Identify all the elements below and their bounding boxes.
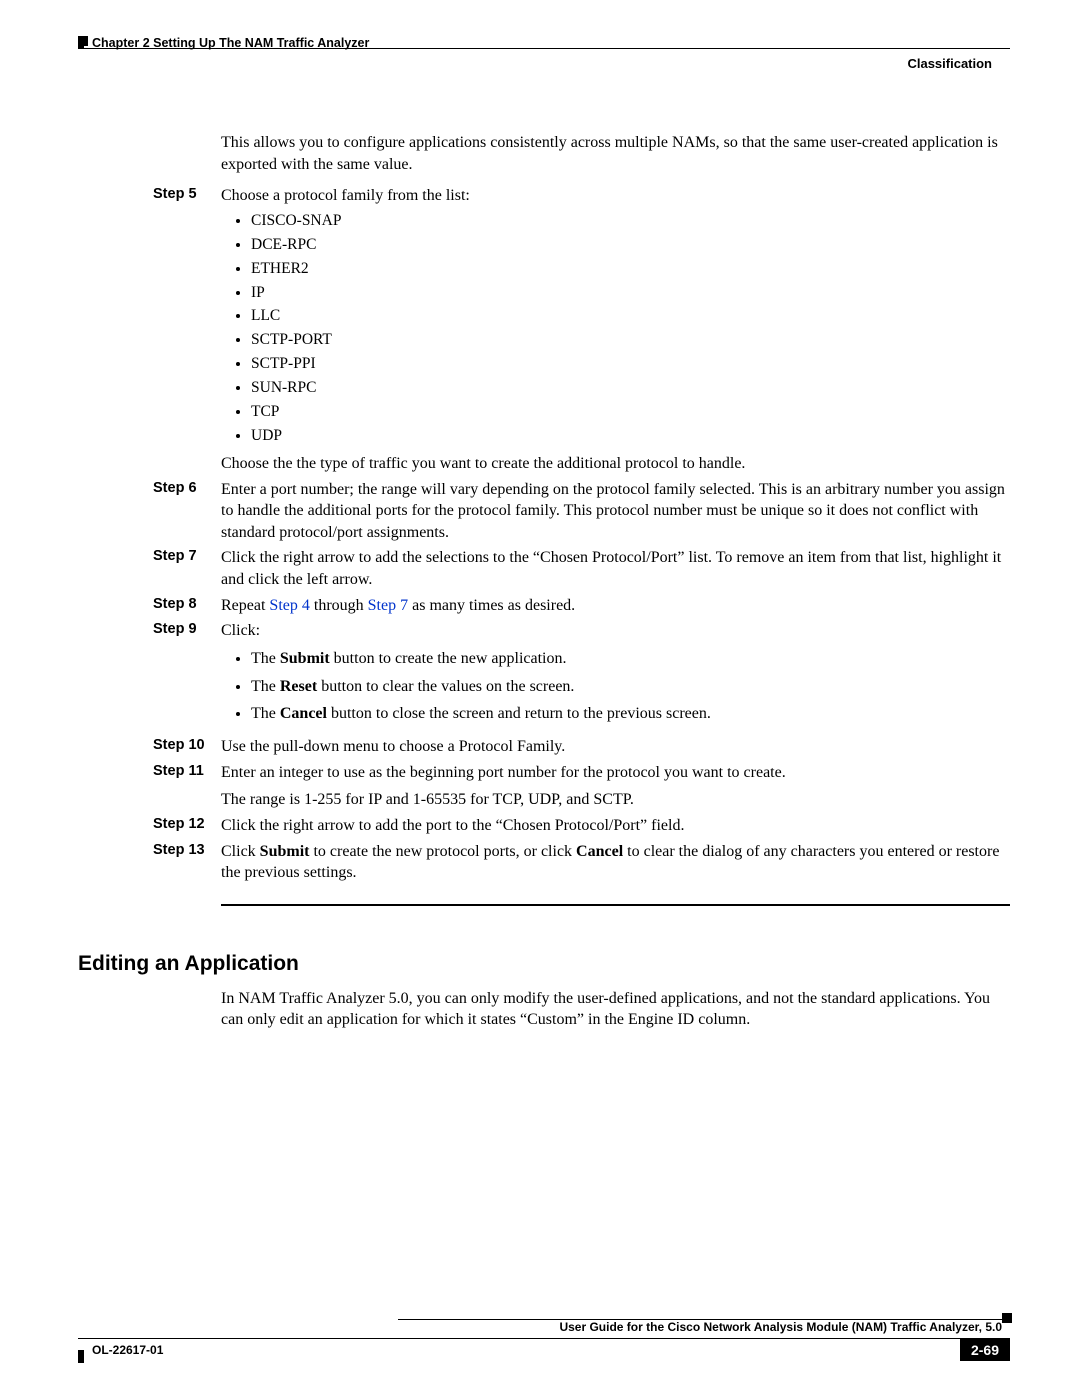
step-body: Click the right arrow to add the port to… bbox=[221, 815, 1010, 837]
step-9: Step 9 Click: The Submit button to creat… bbox=[153, 620, 1010, 732]
step-7: Step 7 Click the right arrow to add the … bbox=[153, 547, 1010, 590]
bold-reset: Reset bbox=[280, 678, 317, 695]
list-item: UDP bbox=[251, 426, 1010, 447]
text: Click bbox=[221, 843, 260, 860]
step-body: Use the pull-down menu to choose a Proto… bbox=[221, 736, 1010, 758]
text: as many times as desired. bbox=[408, 597, 575, 614]
footer-doc-id: OL-22617-01 bbox=[78, 1343, 163, 1357]
footer-rule bbox=[398, 1319, 1010, 1320]
step-body: Enter an integer to use as the beginning… bbox=[221, 762, 1010, 811]
list-item: CISCO-SNAP bbox=[251, 211, 1010, 232]
text: button to clear the values on the screen… bbox=[317, 678, 574, 695]
list-item: IP bbox=[251, 283, 1010, 304]
step-body: Click the right arrow to add the selecti… bbox=[221, 547, 1010, 590]
step-label: Step 7 bbox=[153, 547, 221, 590]
section-heading-editing: Editing an Application bbox=[78, 952, 1010, 976]
step-label: Step 5 bbox=[153, 185, 221, 474]
bold-submit: Submit bbox=[260, 843, 310, 860]
text: through bbox=[310, 597, 368, 614]
page-footer: User Guide for the Cisco Network Analysi… bbox=[78, 1319, 1010, 1361]
list-item: The Reset button to clear the values on … bbox=[251, 677, 1010, 698]
list-item: The Submit button to create the new appl… bbox=[251, 649, 1010, 670]
step-body: Repeat Step 4 through Step 7 as many tim… bbox=[221, 595, 1010, 617]
text: button to create the new application. bbox=[330, 650, 567, 667]
step-label: Step 6 bbox=[153, 479, 221, 544]
step-6: Step 6 Enter a port number; the range wi… bbox=[153, 479, 1010, 544]
list-item: SCTP-PORT bbox=[251, 330, 1010, 351]
crop-mark-icon bbox=[1002, 1313, 1012, 1323]
text: The bbox=[251, 678, 280, 695]
footer-doc-title: User Guide for the Cisco Network Analysi… bbox=[78, 1320, 1010, 1334]
step-body: Choose a protocol family from the list: … bbox=[221, 185, 1010, 474]
bold-submit: Submit bbox=[280, 650, 330, 667]
step-11-line-1: Enter an integer to use as the beginning… bbox=[221, 762, 1010, 784]
page-header: Chapter 2 Setting Up The NAM Traffic Ana… bbox=[78, 36, 1010, 62]
step-12: Step 12 Click the right arrow to add the… bbox=[153, 815, 1010, 837]
step-5-trail: Choose the the type of traffic you want … bbox=[221, 453, 1010, 475]
step-11-line-2: The range is 1-255 for IP and 1-65535 fo… bbox=[221, 789, 1010, 811]
step-13: Step 13 Click Submit to create the new p… bbox=[153, 841, 1010, 884]
crop-mark-icon bbox=[78, 1350, 84, 1363]
step-body: Click Submit to create the new protocol … bbox=[221, 841, 1010, 884]
footer-page-number: 2-69 bbox=[960, 1339, 1010, 1361]
protocol-list: CISCO-SNAP DCE-RPC ETHER2 IP LLC SCTP-PO… bbox=[221, 211, 1010, 447]
bold-cancel: Cancel bbox=[576, 843, 623, 860]
editing-paragraph: In NAM Traffic Analyzer 5.0, you can onl… bbox=[221, 988, 1010, 1031]
step-label: Step 13 bbox=[153, 841, 221, 884]
step-body: Enter a port number; the range will vary… bbox=[221, 479, 1010, 544]
step-5: Step 5 Choose a protocol family from the… bbox=[153, 185, 1010, 474]
step-11: Step 11 Enter an integer to use as the b… bbox=[153, 762, 1010, 811]
link-step-4[interactable]: Step 4 bbox=[269, 597, 309, 614]
list-item: DCE-RPC bbox=[251, 235, 1010, 256]
step-5-lead: Choose a protocol family from the list: bbox=[221, 185, 1010, 207]
header-section: Classification bbox=[907, 56, 992, 71]
step-10: Step 10 Use the pull-down menu to choose… bbox=[153, 736, 1010, 758]
bold-cancel: Cancel bbox=[280, 705, 327, 722]
section-end-rule bbox=[221, 904, 1010, 906]
text: The bbox=[251, 705, 280, 722]
header-rule bbox=[78, 48, 1010, 49]
list-item: ETHER2 bbox=[251, 259, 1010, 280]
step-body: Click: The Submit button to create the n… bbox=[221, 620, 1010, 732]
list-item: TCP bbox=[251, 402, 1010, 423]
list-item: The Cancel button to close the screen an… bbox=[251, 704, 1010, 725]
text: The bbox=[251, 650, 280, 667]
step-8: Step 8 Repeat Step 4 through Step 7 as m… bbox=[153, 595, 1010, 617]
intro-paragraph: This allows you to configure application… bbox=[221, 132, 1010, 175]
link-step-7[interactable]: Step 7 bbox=[368, 597, 408, 614]
page: Chapter 2 Setting Up The NAM Traffic Ana… bbox=[0, 0, 1080, 1397]
click-list: The Submit button to create the new appl… bbox=[221, 649, 1010, 725]
step-label: Step 12 bbox=[153, 815, 221, 837]
content: This allows you to configure application… bbox=[153, 132, 1010, 1031]
text: Repeat bbox=[221, 597, 269, 614]
text: button to close the screen and return to… bbox=[327, 705, 711, 722]
text: to create the new protocol ports, or cli… bbox=[309, 843, 576, 860]
step-label: Step 11 bbox=[153, 762, 221, 811]
step-9-lead: Click: bbox=[221, 620, 1010, 642]
list-item: SCTP-PPI bbox=[251, 354, 1010, 375]
step-label: Step 9 bbox=[153, 620, 221, 732]
step-label: Step 10 bbox=[153, 736, 221, 758]
list-item: SUN-RPC bbox=[251, 378, 1010, 399]
list-item: LLC bbox=[251, 306, 1010, 327]
step-label: Step 8 bbox=[153, 595, 221, 617]
